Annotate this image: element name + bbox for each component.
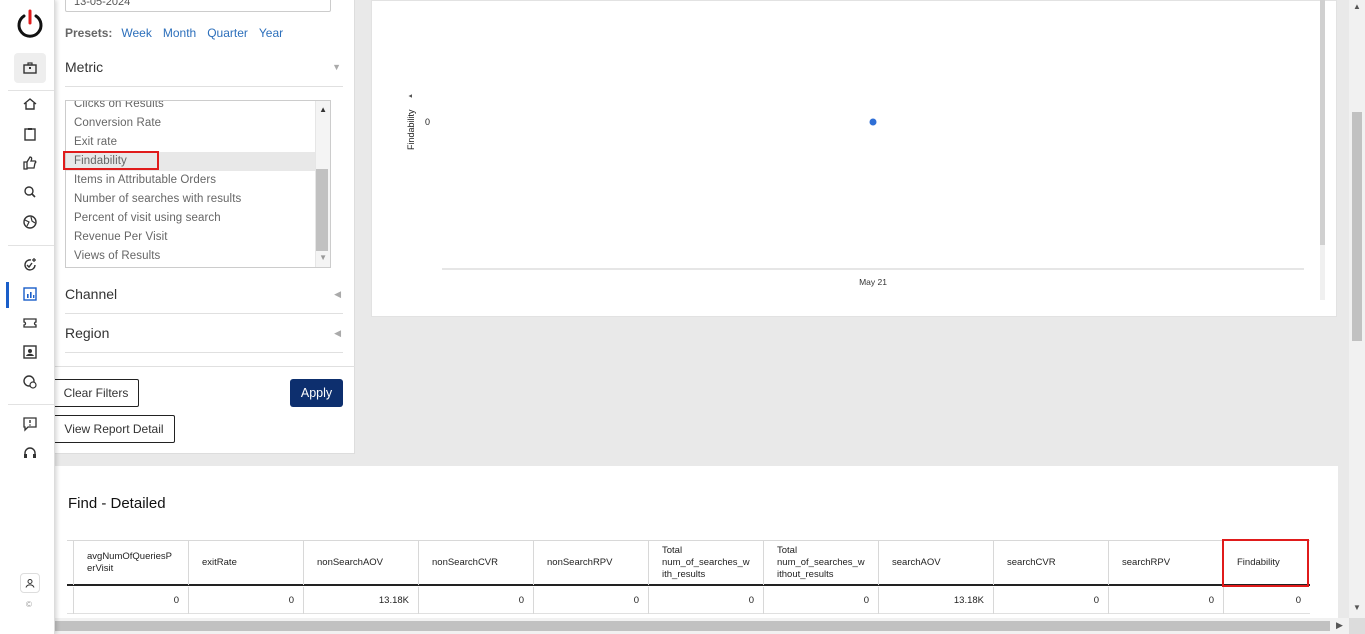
table-cell: 0 [73,587,188,614]
listbox-scroll-thumb[interactable] [316,169,328,251]
scroll-down-icon[interactable]: ▼ [1353,603,1361,612]
view-report-detail-button[interactable]: View Report Detail [53,415,175,443]
active-indicator [6,282,9,308]
metric-option[interactable]: Views of Results [66,247,316,266]
metric-listbox[interactable]: Clicks on Results Conversion Rate Exit r… [65,100,331,268]
channel-section-header[interactable]: Channel ◀ [65,275,343,314]
preset-week[interactable]: Week [121,26,151,40]
table-cell: 13.18K [878,587,993,614]
table-cell: 0 [1108,587,1223,614]
clipboard-icon[interactable] [15,121,45,147]
scroll-right-icon[interactable]: ▶ [1336,620,1343,631]
home-icon[interactable] [15,91,45,117]
chart-card: Findability ▲ 0 May 21 [371,0,1337,317]
actions-divider [55,366,355,367]
metric-label: Metric [65,59,104,75]
rail-divider [8,245,54,246]
column-header-exitrate[interactable]: exitRate [188,541,303,585]
metric-option[interactable]: Number of searches with results [66,190,316,209]
scroll-down-icon[interactable]: ▼ [319,253,327,262]
headset-icon[interactable] [15,440,45,466]
metric-option[interactable]: Items in Attributable Orders [66,171,316,190]
ticket-icon[interactable] [15,310,45,336]
page-horizontal-scrollbar[interactable]: ◀ ▶ [0,618,1349,634]
table-header-row: avgNumOfQueriesP erVisit exitRate nonSearc… [67,540,1310,586]
scroll-up-icon[interactable]: ▲ [1353,2,1361,11]
column-header-total-num-of-searches-with-results[interactable]: Total num_of_searches_w ith_results [648,541,763,585]
caret-left-icon: ◀ [334,327,341,338]
column-header-nonsearchaov[interactable]: nonSearchAOV [303,541,418,585]
column-header-searchcvr[interactable]: searchCVR [993,541,1108,585]
table-cell: 13.18K [303,587,418,614]
thumbs-up-icon[interactable] [15,150,45,176]
chart-icon[interactable] [15,281,45,307]
page-vertical-scrollbar[interactable]: ▲ ▼ [1349,0,1365,618]
settings-clock-icon[interactable] [15,369,45,395]
metric-option[interactable]: Revenue Per Visit [66,228,316,247]
table-cell: 0 [763,587,878,614]
preset-quarter[interactable]: Quarter [207,26,248,40]
table-cell: 0 [533,587,648,614]
findability-chart: Findability ▲ 0 May 21 [406,93,1304,287]
copyright-text: © [26,600,32,609]
column-header-searchrpv[interactable]: searchRPV [1108,541,1223,585]
listbox-scrollbar[interactable]: ▲ ▼ [315,101,330,267]
user-icon[interactable] [20,573,40,593]
y-axis-label: Findability [406,109,416,150]
feedback-icon[interactable] [15,411,45,437]
clear-filters-button[interactable]: Clear Filters [53,379,139,407]
y-tick-label: 0 [425,117,430,127]
chart-scroll-thumb[interactable] [1320,0,1325,245]
region-label: Region [65,325,110,341]
rail-divider [8,404,54,405]
channel-label: Channel [65,286,118,302]
column-header-avgnumofqueriespervisit[interactable]: avgNumOfQueriesP erVisit [73,541,188,585]
column-header-total-num-of-searches-without-results[interactable]: Total num_of_searches_w ithout_results [763,541,878,585]
caret-down-icon: ▼ [332,62,341,72]
presets-row: Presets: Week Month Quarter Year [65,26,283,40]
table-cell: 0 [648,587,763,614]
globe-icon[interactable] [15,209,45,235]
page-hscroll-thumb[interactable] [30,621,1330,631]
filter-panel: 13-05-2024 Presets: Week Month Quarter Y… [53,0,355,454]
search-icon[interactable] [15,179,45,205]
table-cell: 0 [993,587,1108,614]
presets-label: Presets: [65,26,113,40]
date-input[interactable]: 13-05-2024 [65,0,331,12]
metric-option[interactable]: Clicks on Results [66,101,316,114]
metric-section-header[interactable]: Metric ▼ [65,48,343,87]
scroll-up-icon[interactable]: ▲ [319,105,327,114]
table-title: Find - Detailed [68,495,166,512]
column-header-findability[interactable]: Findability [1223,541,1310,585]
check-plus-icon[interactable] [15,252,45,278]
preset-month[interactable]: Month [163,26,196,40]
apply-button[interactable]: Apply [290,379,343,407]
region-section-header[interactable]: Region ◀ [65,314,343,353]
preset-year[interactable]: Year [259,26,283,40]
metric-option[interactable]: Conversion Rate [66,114,316,133]
contact-icon[interactable] [15,339,45,365]
column-header-nonsearchcvr[interactable]: nonSearchCVR [418,541,533,585]
metric-option[interactable]: Percent of visit using search [66,209,316,228]
power-logo-icon[interactable] [15,9,45,39]
briefcase-icon[interactable] [14,53,46,83]
sort-arrow-icon: ▲ [408,93,414,99]
table-cell: 0 [1223,587,1310,614]
table-row: 0 0 13.18K 0 0 0 0 13.18K 0 0 0 [67,587,1310,614]
table-cell: 0 [188,587,303,614]
table-cell: 0 [418,587,533,614]
metric-option-selected[interactable]: Findability [66,152,316,171]
data-point [869,118,877,126]
caret-left-icon: ◀ [334,288,341,299]
page-vscroll-thumb[interactable] [1352,112,1362,341]
column-header-nonsearchrpv[interactable]: nonSearchRPV [533,541,648,585]
nav-rail: © [0,0,55,634]
chart-scrollbar[interactable] [1320,0,1325,300]
scrollbar-corner [1349,618,1365,634]
column-header-searchaov[interactable]: searchAOV [878,541,993,585]
table-card: Find - Detailed avgNumOfQueriesP erVisit… [55,466,1338,634]
x-tick-label: May 21 [859,277,887,287]
metric-option[interactable]: Exit rate [66,133,316,152]
